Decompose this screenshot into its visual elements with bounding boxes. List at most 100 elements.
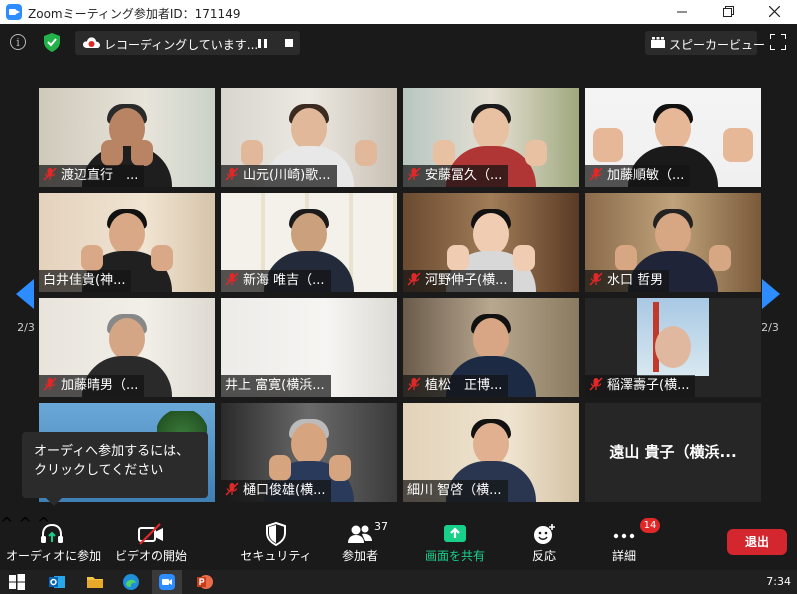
participant-name-text: 白井佳貴(神... <box>43 273 126 288</box>
more-label: 詳細 <box>611 549 636 563</box>
participant-name-text: 渡辺直行 ... <box>61 168 139 183</box>
mic-muted-icon <box>225 272 239 286</box>
mic-muted-icon <box>43 167 57 181</box>
video-tile[interactable]: 細川 智啓（横... <box>403 403 579 502</box>
speaker-view-label: スピーカービュー <box>669 38 766 52</box>
mic-muted-icon <box>589 167 603 181</box>
speaker-view-button[interactable]: スピーカービュー <box>645 31 765 55</box>
participant-name: 樋口俊雄(横... <box>221 480 332 502</box>
meeting-toolbar: オーディオに参加 ^ ビデオの開始 ^ セキュリティ 参加者 37 画面を共有 … <box>0 514 797 570</box>
minimize-icon <box>677 11 687 13</box>
participant-name: 山元(川崎)歌... <box>221 165 337 187</box>
video-tile[interactable]: 河野伸子(横... <box>403 193 579 292</box>
participant-name: 白井佳貴(神... <box>39 270 132 292</box>
close-icon <box>768 5 780 18</box>
window-titlebar: Zoomミーティング参加者ID：171149 <box>0 0 797 24</box>
zoom-taskbar-button[interactable] <box>152 570 182 594</box>
arrow-right-icon <box>762 279 780 309</box>
share-screen-button[interactable]: 画面を共有 <box>420 514 490 570</box>
participants-icon <box>348 525 372 543</box>
participant-name: 加藤順敏（... <box>585 165 691 187</box>
maximize-button[interactable] <box>705 0 751 24</box>
participants-count: 37 <box>374 520 388 533</box>
file-explorer-icon[interactable] <box>86 573 104 591</box>
recording-indicator: レコーディングしています... <box>75 31 300 55</box>
mic-muted-icon <box>43 377 57 391</box>
participant-name: 渡辺直行 ... <box>39 165 145 187</box>
mic-muted-icon <box>407 167 421 181</box>
participant-name-text: 樋口俊雄(横... <box>243 483 326 498</box>
start-video-label: ビデオの開始 <box>114 549 187 563</box>
participant-name: 安藤冨久（... <box>403 165 509 187</box>
recording-status-text: レコーディングしています... <box>104 38 259 52</box>
video-tile[interactable]: 安藤冨久（... <box>403 88 579 187</box>
restore-icon <box>722 6 734 17</box>
video-tile[interactable]: 山元(川崎)歌... <box>221 88 397 187</box>
outlook-icon[interactable] <box>48 573 66 591</box>
participant-name-text: 稲澤壽子(横... <box>607 378 690 393</box>
video-off-icon <box>138 523 163 545</box>
participant-name-text: 井上 富寛(横浜... <box>225 378 325 393</box>
windows-start-icon[interactable] <box>8 573 26 591</box>
mic-muted-icon <box>225 482 239 496</box>
mic-muted-icon <box>407 272 421 286</box>
close-window-button[interactable] <box>751 0 797 24</box>
reactions-button[interactable]: 反応 <box>514 514 574 570</box>
participant-name-text: 安藤冨久（... <box>425 168 503 183</box>
video-tile[interactable]: 遠山 貴子（横浜... <box>585 403 761 502</box>
cloud-recording-icon <box>83 37 100 48</box>
video-tile[interactable]: 白井佳貴(神... <box>39 193 215 292</box>
security-shield-icon <box>266 522 286 546</box>
powerpoint-icon[interactable] <box>196 573 214 591</box>
video-tile[interactable]: 植松 正博... <box>403 298 579 397</box>
video-tile[interactable]: 加藤順敏（... <box>585 88 761 187</box>
participant-name-text: 水口 哲男 <box>607 273 664 288</box>
participant-name: 水口 哲男 <box>585 270 670 292</box>
emoji-icon <box>534 524 555 544</box>
reactions-label: 反応 <box>531 549 556 563</box>
participant-name-text: 新海 唯吉（... <box>243 273 325 288</box>
system-clock: 7:34 <box>766 575 791 588</box>
view-layout-icon <box>651 37 665 48</box>
pause-recording-button[interactable] <box>258 39 267 48</box>
stop-recording-button[interactable] <box>285 39 293 47</box>
security-button[interactable]: セキュリティ <box>240 514 312 570</box>
participant-name-text: 細川 智啓（横... <box>407 483 502 498</box>
leave-meeting-button[interactable]: 退出 <box>727 529 787 555</box>
participant-name-large: 遠山 貴子（横浜... <box>609 443 737 461</box>
participant-name: 稲澤壽子(横... <box>585 375 696 397</box>
join-audio-tooltip: オーディへ参加するには、クリックしてください <box>22 432 208 506</box>
more-dots-icon <box>613 533 635 539</box>
edge-browser-icon[interactable] <box>122 573 140 591</box>
encryption-shield-icon[interactable] <box>44 33 60 52</box>
headphones-icon <box>41 523 63 543</box>
video-tile[interactable]: 水口 哲男 <box>585 193 761 292</box>
notification-badge: 14 <box>640 518 660 533</box>
mic-muted-icon <box>589 272 603 286</box>
join-audio-label: オーディオに参加 <box>6 549 102 563</box>
start-video-button[interactable]: ビデオの開始 <box>108 514 194 570</box>
video-tile[interactable]: 渡辺直行 ... <box>39 88 215 187</box>
participant-name: 加藤晴男（... <box>39 375 145 397</box>
zoom-app-icon <box>159 574 175 590</box>
minimize-button[interactable] <box>659 0 705 24</box>
info-icon[interactable]: i <box>10 34 26 50</box>
video-tile[interactable]: 新海 唯吉（... <box>221 193 397 292</box>
participant-name-text: 山元(川崎)歌... <box>243 168 331 183</box>
participant-name-text: 河野伸子(横... <box>425 273 508 288</box>
share-screen-icon <box>444 525 466 542</box>
mic-muted-icon <box>225 167 239 181</box>
join-audio-button[interactable]: オーディオに参加 <box>6 514 102 570</box>
share-screen-label: 画面を共有 <box>424 549 485 563</box>
video-tile[interactable]: 加藤晴男（... <box>39 298 215 397</box>
video-tile[interactable]: 稲澤壽子(横... <box>585 298 761 397</box>
window-title: Zoomミーティング参加者ID：171149 <box>28 7 241 21</box>
fullscreen-icon[interactable] <box>770 34 786 50</box>
participant-name: 新海 唯吉（... <box>221 270 331 292</box>
video-tile[interactable]: 井上 富寛(横浜... <box>221 298 397 397</box>
os-taskbar: 7:34 <box>0 570 797 594</box>
video-tile[interactable]: 樋口俊雄(横... <box>221 403 397 502</box>
meeting-topbar: i レコーディングしています... スピーカービュー <box>0 24 797 64</box>
participant-name: 河野伸子(横... <box>403 270 514 292</box>
security-label: セキュリティ <box>240 549 312 563</box>
